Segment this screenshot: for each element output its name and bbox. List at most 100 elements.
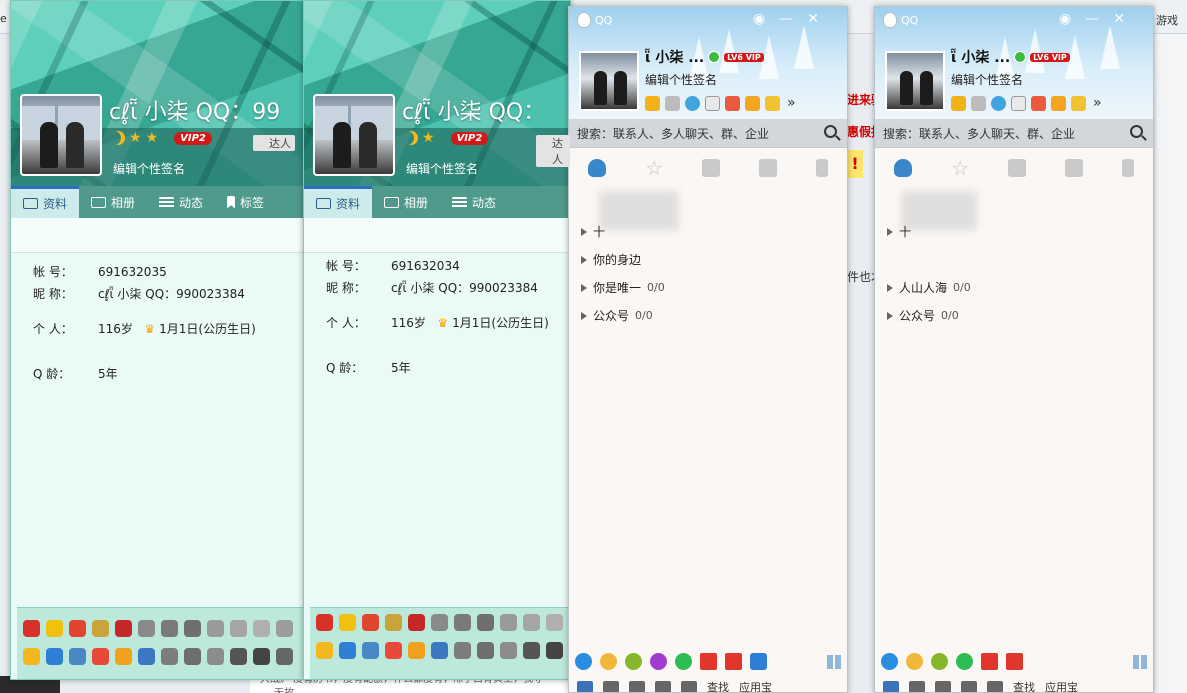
arrow-down-icon[interactable] <box>69 620 86 637</box>
more-icon[interactable]: » <box>1093 95 1102 111</box>
messages-tab-icon[interactable] <box>758 159 777 177</box>
online-status-icon[interactable] <box>708 51 721 63</box>
music-icon[interactable] <box>523 642 540 659</box>
daren-badge[interactable]: 达人 <box>536 135 570 167</box>
messages-tab-icon[interactable] <box>1064 159 1083 177</box>
gem-icon[interactable] <box>207 620 224 637</box>
gem-icon[interactable] <box>546 614 563 631</box>
mail-icon[interactable] <box>961 680 977 692</box>
skin-icon[interactable]: ◉ <box>1059 11 1071 27</box>
arrow-down-icon[interactable] <box>362 614 379 631</box>
find-button[interactable]: 查找 <box>1013 679 1035 693</box>
app-center-icon[interactable] <box>725 95 740 111</box>
gem-icon[interactable] <box>276 620 293 637</box>
more-icon[interactable]: » <box>787 95 796 111</box>
favorite-icon[interactable] <box>681 680 697 692</box>
browser-icon[interactable] <box>685 95 700 111</box>
jd-icon[interactable] <box>1006 653 1023 670</box>
skin-icon[interactable]: ◉ <box>753 11 765 27</box>
qq-penguin-icon[interactable] <box>316 614 333 631</box>
tab-feed[interactable]: 动态 <box>440 186 508 218</box>
night-icon[interactable] <box>276 648 293 665</box>
contacts-tab-icon[interactable] <box>588 159 607 177</box>
tab-profile[interactable]: 资料 <box>11 186 80 218</box>
search-icon[interactable] <box>1130 125 1143 138</box>
qq-browser-icon[interactable] <box>575 653 592 670</box>
jd-icon[interactable] <box>725 653 742 670</box>
vip-badge[interactable]: VIP2 <box>174 131 212 145</box>
close-icon[interactable]: ✕ <box>1113 11 1125 27</box>
signature-field[interactable]: 编辑个性签名 <box>406 160 478 177</box>
diamond-icon[interactable] <box>184 620 201 637</box>
settings-icon[interactable] <box>909 680 925 692</box>
games-link[interactable]: 游戏 <box>1156 12 1178 28</box>
music-icon[interactable] <box>625 653 642 670</box>
groups-tab-icon[interactable] <box>701 159 720 177</box>
qq-browser-icon[interactable] <box>881 653 898 670</box>
app-icon[interactable] <box>161 648 178 665</box>
phone-icon[interactable] <box>138 648 155 665</box>
star-app-icon[interactable] <box>645 95 660 111</box>
phone-tab-icon[interactable] <box>815 159 828 177</box>
wallet-icon[interactable] <box>115 648 132 665</box>
menu-icon[interactable] <box>577 680 593 692</box>
signature-field[interactable]: 编辑个性签名 <box>113 160 185 177</box>
tab-album[interactable]: 相册 <box>372 186 440 218</box>
settings-icon[interactable] <box>500 642 517 659</box>
video-icon[interactable] <box>546 642 563 659</box>
list-item[interactable]: 你是唯一 0/0 <box>581 279 665 296</box>
signature-field[interactable]: 编辑个性签名 <box>645 71 717 88</box>
wallet-icon[interactable] <box>765 95 780 111</box>
mail-icon[interactable] <box>1011 95 1026 111</box>
eye-icon[interactable] <box>362 642 379 659</box>
app-icon[interactable] <box>454 642 471 659</box>
shop-icon[interactable] <box>745 95 760 111</box>
shield-icon[interactable] <box>339 642 356 659</box>
gem-icon[interactable] <box>230 620 247 637</box>
tab-feed[interactable]: 动态 <box>147 186 215 218</box>
search-input[interactable]: 搜索：联系人、多人聊天、群、企业 <box>875 119 1153 148</box>
pet-icon[interactable] <box>92 620 109 637</box>
phone-icon[interactable] <box>431 642 448 659</box>
star-service-icon[interactable] <box>23 648 40 665</box>
avatar[interactable] <box>313 94 395 176</box>
list-item[interactable]: 公众号 0/0 <box>887 307 959 324</box>
wallet-icon[interactable] <box>408 642 425 659</box>
panel-nickname[interactable]: ῗ 小柒 ... LV6 VIP <box>645 47 764 67</box>
grid-icon[interactable] <box>827 655 841 669</box>
music-icon[interactable] <box>230 648 247 665</box>
game-center-icon[interactable] <box>385 642 402 659</box>
level-badge[interactable]: LV6 VIP <box>1030 52 1070 62</box>
menu-icon[interactable] <box>883 680 899 692</box>
chart-icon[interactable] <box>981 653 998 670</box>
avatar[interactable] <box>579 51 639 111</box>
gem-icon[interactable] <box>253 620 270 637</box>
signature-field[interactable]: 编辑个性签名 <box>951 71 1023 88</box>
list-item[interactable]: 公众号 0/0 <box>581 307 653 324</box>
gem-icon[interactable] <box>500 614 517 631</box>
favorite-icon[interactable] <box>987 680 1003 692</box>
camera-icon[interactable] <box>184 648 201 665</box>
heart-icon[interactable] <box>431 614 448 631</box>
browser-icon[interactable] <box>991 95 1006 111</box>
contacts-tab-icon[interactable] <box>894 159 913 177</box>
shop-icon[interactable] <box>1051 95 1066 111</box>
minimize-icon[interactable]: — <box>1085 11 1099 27</box>
grid-icon[interactable] <box>1133 655 1147 669</box>
game-icon[interactable] <box>161 620 178 637</box>
qq-show-icon[interactable] <box>339 614 356 631</box>
video-icon[interactable] <box>675 653 692 670</box>
zone-icon[interactable] <box>665 95 680 111</box>
panel-nickname[interactable]: ῗ 小柒 ... LV6 VIP <box>951 47 1070 67</box>
search-input[interactable]: 搜索：联系人、多人聊天、群、企业 <box>569 119 847 148</box>
shield-icon[interactable] <box>46 648 63 665</box>
online-status-icon[interactable] <box>1014 51 1027 63</box>
volume-icon[interactable] <box>629 680 645 692</box>
star-service-icon[interactable] <box>316 642 333 659</box>
find-button[interactable]: 查找 <box>707 679 729 693</box>
gem-icon[interactable] <box>523 614 540 631</box>
tab-album[interactable]: 相册 <box>79 186 147 218</box>
crown-service-icon[interactable] <box>115 620 132 637</box>
penguin-icon[interactable] <box>906 653 923 670</box>
phone-tab-icon[interactable] <box>1121 159 1134 177</box>
